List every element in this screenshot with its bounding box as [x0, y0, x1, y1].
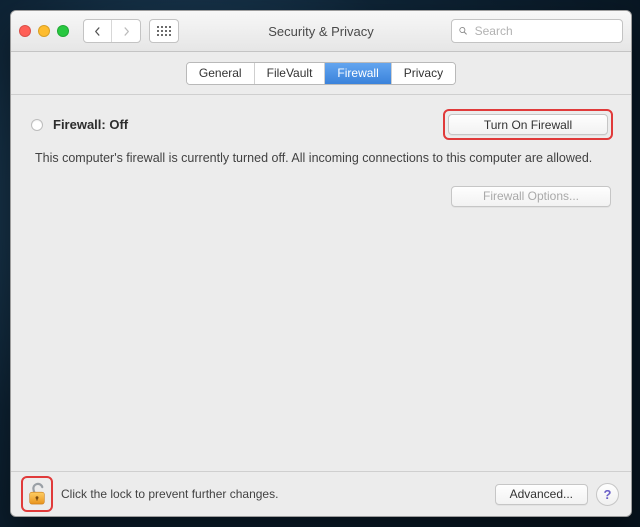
- lock-hint-text: Click the lock to prevent further change…: [61, 487, 278, 501]
- minimize-window-button[interactable]: [38, 25, 50, 37]
- titlebar: Security & Privacy: [11, 11, 631, 52]
- search-input[interactable]: [473, 23, 616, 39]
- grid-icon: [157, 26, 171, 36]
- lock-wrap: [23, 478, 51, 510]
- footer-right: Advanced... ?: [495, 483, 619, 506]
- tab-privacy[interactable]: Privacy: [392, 63, 455, 84]
- preferences-window: Security & Privacy General FileVault Fir…: [10, 10, 632, 517]
- turn-on-firewall-button[interactable]: Turn On Firewall: [448, 114, 608, 135]
- firewall-description: This computer's firewall is currently tu…: [35, 150, 607, 168]
- tab-firewall[interactable]: Firewall: [325, 63, 391, 84]
- zoom-window-button[interactable]: [57, 25, 69, 37]
- status-indicator-icon: [31, 119, 43, 131]
- unlocked-lock-icon[interactable]: [26, 481, 48, 507]
- show-all-prefs-button[interactable]: [149, 19, 179, 43]
- chevron-right-icon: [122, 27, 131, 36]
- tab-filevault[interactable]: FileVault: [255, 63, 326, 84]
- search-field[interactable]: [451, 19, 623, 43]
- help-button[interactable]: ?: [596, 483, 619, 506]
- back-button[interactable]: [84, 20, 112, 42]
- chevron-left-icon: [93, 27, 102, 36]
- forward-button[interactable]: [112, 20, 140, 42]
- turn-on-firewall-wrap: Turn On Firewall: [445, 111, 611, 138]
- tabs-row: General FileVault Firewall Privacy: [11, 52, 631, 95]
- firewall-options-row: Firewall Options...: [31, 186, 611, 207]
- nav-back-forward: [83, 19, 141, 43]
- window-controls: [19, 25, 69, 37]
- firewall-status-label: Firewall: Off: [53, 117, 128, 132]
- search-icon: [458, 25, 469, 37]
- tab-firewall-label: Firewall: [337, 64, 378, 83]
- firewall-options-button: Firewall Options...: [451, 186, 611, 207]
- footer-bar: Click the lock to prevent further change…: [11, 471, 631, 516]
- advanced-button[interactable]: Advanced...: [495, 484, 588, 505]
- close-window-button[interactable]: [19, 25, 31, 37]
- firewall-status-row: Firewall: Off Turn On Firewall: [31, 111, 611, 138]
- tab-general[interactable]: General: [187, 63, 255, 84]
- tab-bar: General FileVault Firewall Privacy: [186, 62, 456, 85]
- content-pane: Firewall: Off Turn On Firewall This comp…: [11, 95, 631, 471]
